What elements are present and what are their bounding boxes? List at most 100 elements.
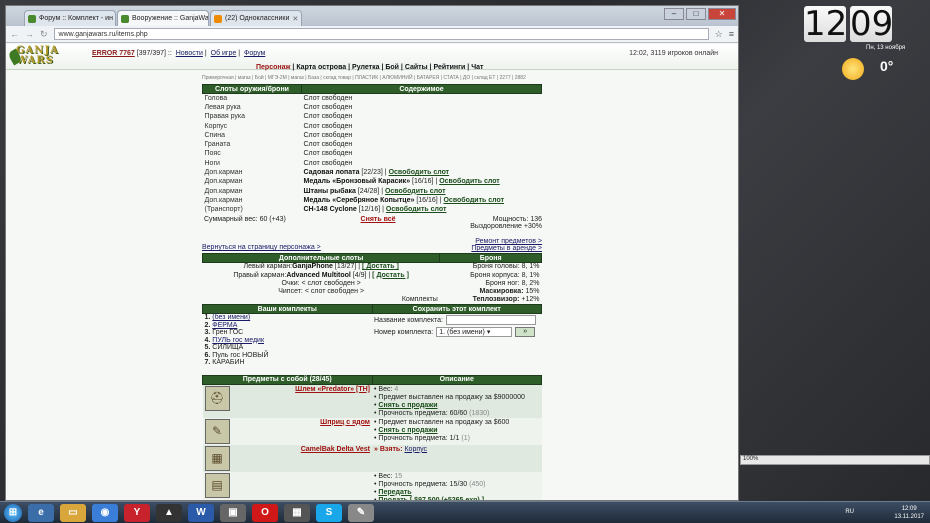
- app-icon[interactable]: ▣: [220, 503, 246, 522]
- item-action-link[interactable]: Снять с продажи: [378, 402, 437, 409]
- slot-name: Доп.карман: [204, 169, 243, 177]
- logo[interactable]: GANJA WARS: [7, 46, 86, 76]
- start-button[interactable]: ⊞: [4, 503, 22, 522]
- nav-map[interactable]: Карта острова: [296, 64, 346, 71]
- tab-ok[interactable]: (22) Одноклассники ✕: [210, 10, 302, 26]
- nav-ratings[interactable]: Рейтинги: [433, 64, 465, 71]
- nav-chat[interactable]: Чат: [471, 64, 483, 71]
- forward-icon[interactable]: →: [25, 29, 34, 39]
- inventory-row: ▤ • Вес: 15 • Прочность предмета: 15/30 (4…: [202, 471, 542, 500]
- free-slot-button[interactable]: Освободить слот: [386, 206, 447, 213]
- slot-item[interactable]: CH-148 Cyclone: [304, 206, 357, 213]
- kit-save-button[interactable]: »: [515, 327, 536, 338]
- right-pocket: Правый карман:Advanced Multitool [4/9] |…: [233, 271, 409, 279]
- minimize-button[interactable]: –: [664, 8, 684, 20]
- system-tray[interactable]: 12:09 13.11.2017: [894, 505, 924, 521]
- slot-content: Медаль «Серебряное Копытце» [16/16] | Ос…: [303, 196, 505, 204]
- about-link[interactable]: Об игре: [211, 50, 237, 57]
- sub-nav[interactable]: Примерочная | магаз | Бой | МГЭ-2М | маг…: [202, 75, 526, 81]
- take-right-button[interactable]: [ Достать ]: [372, 272, 409, 279]
- item-desc-line: • Продать [ $97,500 (+5265 exp) ]: [374, 497, 540, 500]
- item-name[interactable]: CamelBak Delta Vest: [301, 446, 370, 453]
- take-left-button[interactable]: [ Достать ]: [362, 263, 399, 270]
- item-name[interactable]: Шприц с ядом: [320, 419, 370, 426]
- nav-sites[interactable]: Сайты: [405, 64, 428, 71]
- news-link[interactable]: Новости: [176, 50, 203, 57]
- kit-name[interactable]: Пуль гос НОВЫЙ: [212, 352, 268, 359]
- item-action-link[interactable]: Продать [ $97,500 (+5265 exp) ]: [378, 497, 484, 500]
- item-action-link[interactable]: Снять с продажи: [378, 427, 437, 434]
- star-icon[interactable]: ☆: [715, 29, 723, 40]
- kit-number-value: 1. (без имени): [439, 329, 485, 337]
- weather-temp: 0°: [880, 58, 894, 74]
- kit-name[interactable]: СИЛИЩА: [212, 344, 243, 351]
- chrome-icon[interactable]: ◉: [92, 503, 118, 522]
- separator: ::: [167, 50, 172, 57]
- nav-roulette[interactable]: Рулетка: [352, 64, 379, 71]
- left-pocket-item[interactable]: GanjaPhone: [292, 263, 333, 270]
- right-pocket-item[interactable]: Advanced Multitool: [286, 272, 351, 279]
- game-icon[interactable]: ▲: [156, 503, 182, 522]
- slot-item[interactable]: Штаны рыбака: [304, 188, 356, 195]
- zoom-bar[interactable]: 100%: [740, 455, 930, 465]
- word-icon[interactable]: W: [188, 503, 214, 522]
- maximize-button[interactable]: □: [686, 8, 706, 20]
- tab-forum[interactable]: Форум :: Комплект - ин✕: [24, 10, 116, 26]
- folder-icon[interactable]: ▭: [60, 503, 86, 522]
- kit-name[interactable]: (без имени): [212, 314, 250, 321]
- item-image[interactable]: ✎: [204, 418, 230, 444]
- slot-item[interactable]: Медаль «Серебряное Копытце»: [304, 197, 415, 204]
- kit-name-input[interactable]: [445, 315, 536, 326]
- player-nick[interactable]: ERROR 7767: [92, 50, 135, 57]
- url-input[interactable]: www.ganjawars.ru/items.php: [53, 28, 709, 40]
- label: Броня ног:: [485, 279, 520, 287]
- take-slot-link[interactable]: Корпус: [404, 446, 427, 453]
- item-desc-line: • Прочность предмета: 1/1 (1): [374, 434, 470, 442]
- kit-item: 2. ФЕРМА: [205, 322, 371, 330]
- item-image[interactable]: ▤: [204, 472, 230, 498]
- item-image[interactable]: ▦: [204, 445, 230, 471]
- kit-number: 5.: [204, 344, 211, 352]
- slot-item[interactable]: Медаль «Бронзовый Карасик»: [304, 178, 411, 185]
- remove-all-link[interactable]: Снять всё: [361, 216, 396, 234]
- nav-battle[interactable]: Бой: [385, 64, 399, 71]
- free-slot-button[interactable]: Освободить слот: [443, 197, 504, 204]
- item-name[interactable]: Шлем «Predator» [TH]: [295, 386, 370, 393]
- slot-content: Слот свободен: [302, 103, 542, 112]
- item-desc-value: 4: [394, 385, 399, 393]
- item-image[interactable]: ⛑: [204, 385, 230, 411]
- kit-name[interactable]: Грен ГОС: [212, 329, 243, 336]
- slot-content: Садовая лопата [22/23] | Освободить слот: [303, 169, 450, 177]
- media-icon[interactable]: ▦: [284, 503, 310, 522]
- free-slot-button[interactable]: Освободить слот: [385, 188, 446, 195]
- forum-link[interactable]: Форум: [244, 50, 265, 57]
- slot-item[interactable]: Садовая лопата: [304, 169, 360, 176]
- item-action-link[interactable]: Передать: [378, 489, 411, 496]
- opera-icon[interactable]: O: [252, 503, 278, 522]
- tab-items[interactable]: Вооружение :: GanjaWa✕: [117, 10, 209, 26]
- nav-character[interactable]: Персонаж: [256, 64, 290, 71]
- kit-number-select[interactable]: 1. (без имени) ▾: [436, 327, 513, 338]
- item-desc-line: » Взять: Корпус: [374, 446, 540, 454]
- ie-icon[interactable]: e: [28, 503, 54, 522]
- qty: [13/27]: [334, 263, 357, 271]
- menu-icon[interactable]: ≡: [729, 29, 734, 39]
- close-button[interactable]: ✕: [708, 8, 736, 20]
- paint-icon[interactable]: ✎: [348, 503, 374, 522]
- yandex-icon[interactable]: Y: [124, 503, 150, 522]
- free-slot-button[interactable]: Освободить слот: [439, 178, 500, 185]
- kit-name[interactable]: ФЕРМА: [212, 322, 237, 329]
- back-icon[interactable]: ←: [10, 29, 19, 39]
- kit-name[interactable]: КАРАБИН: [212, 359, 244, 366]
- item-icon: ⛑: [209, 391, 225, 406]
- label: Маскировка:: [479, 287, 524, 295]
- close-icon[interactable]: ✕: [292, 15, 298, 23]
- skype-icon[interactable]: S: [316, 503, 342, 522]
- kit-name[interactable]: ПУЛЬ гос медик: [212, 337, 264, 344]
- tab-bar: Форум :: Комплект - ин✕ Вооружение :: Ga…: [6, 6, 738, 26]
- reload-icon[interactable]: ↻: [40, 29, 48, 40]
- taskbar: ⊞ e ▭ ◉ Y ▲ W ▣ O ▦ S ✎ 12:09 13.11.2017…: [0, 501, 930, 523]
- slot-name: Правая рука: [204, 113, 246, 121]
- free-slot-button[interactable]: Освободить слот: [389, 169, 450, 176]
- language-indicator[interactable]: RU: [845, 509, 854, 515]
